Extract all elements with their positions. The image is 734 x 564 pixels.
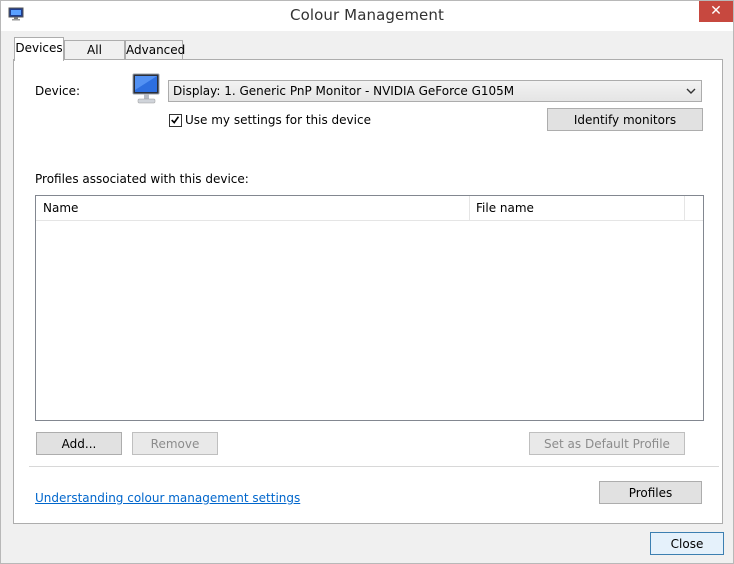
column-header-name-label: Name (43, 201, 79, 215)
close-icon: ✕ (710, 3, 722, 19)
profiles-associated-label: Profiles associated with this device: (35, 172, 249, 186)
column-header-file-name-label: File name (476, 201, 534, 215)
identify-monitors-button[interactable]: Identify monitors (547, 108, 703, 131)
title-bar[interactable]: Colour Management ✕ (1, 1, 733, 31)
device-select-value: Display: 1. Generic PnP Monitor - NVIDIA… (173, 84, 515, 98)
device-label: Device: (35, 84, 81, 98)
monitor-icon (132, 73, 160, 104)
tab-advanced-label: Advanced (126, 43, 186, 57)
divider (29, 466, 719, 467)
device-select[interactable]: Display: 1. Generic PnP Monitor - NVIDIA… (168, 80, 702, 102)
tab-advanced[interactable]: Advanced (125, 40, 186, 60)
colour-management-window: Colour Management ✕ Devices All Profiles… (0, 0, 734, 564)
window-close-button[interactable]: ✕ (699, 1, 733, 22)
chevron-down-icon (686, 88, 696, 94)
tab-devices[interactable]: Devices (14, 37, 64, 61)
tab-devices-label: Devices (15, 41, 63, 55)
checkmark-icon (171, 116, 180, 124)
use-my-settings-label: Use my settings for this device (185, 113, 371, 127)
close-button[interactable]: Close (650, 532, 724, 555)
profiles-list-header: Name File name (36, 196, 703, 221)
set-as-default-profile-button[interactable]: Set as Default Profile (529, 432, 685, 455)
tab-all-profiles[interactable]: All Profiles (64, 40, 125, 75)
window-title: Colour Management (290, 6, 444, 24)
use-my-settings-checkbox[interactable] (169, 114, 182, 127)
profiles-button[interactable]: Profiles (599, 481, 702, 504)
column-separator[interactable] (684, 196, 685, 220)
understanding-colour-management-link[interactable]: Understanding colour management settings (35, 491, 300, 505)
add-button[interactable]: Add... (36, 432, 122, 455)
column-header-name[interactable]: Name (36, 196, 469, 220)
profiles-list[interactable]: Name File name (35, 195, 704, 421)
remove-button[interactable]: Remove (132, 432, 218, 455)
column-header-file-name[interactable]: File name (469, 196, 684, 220)
